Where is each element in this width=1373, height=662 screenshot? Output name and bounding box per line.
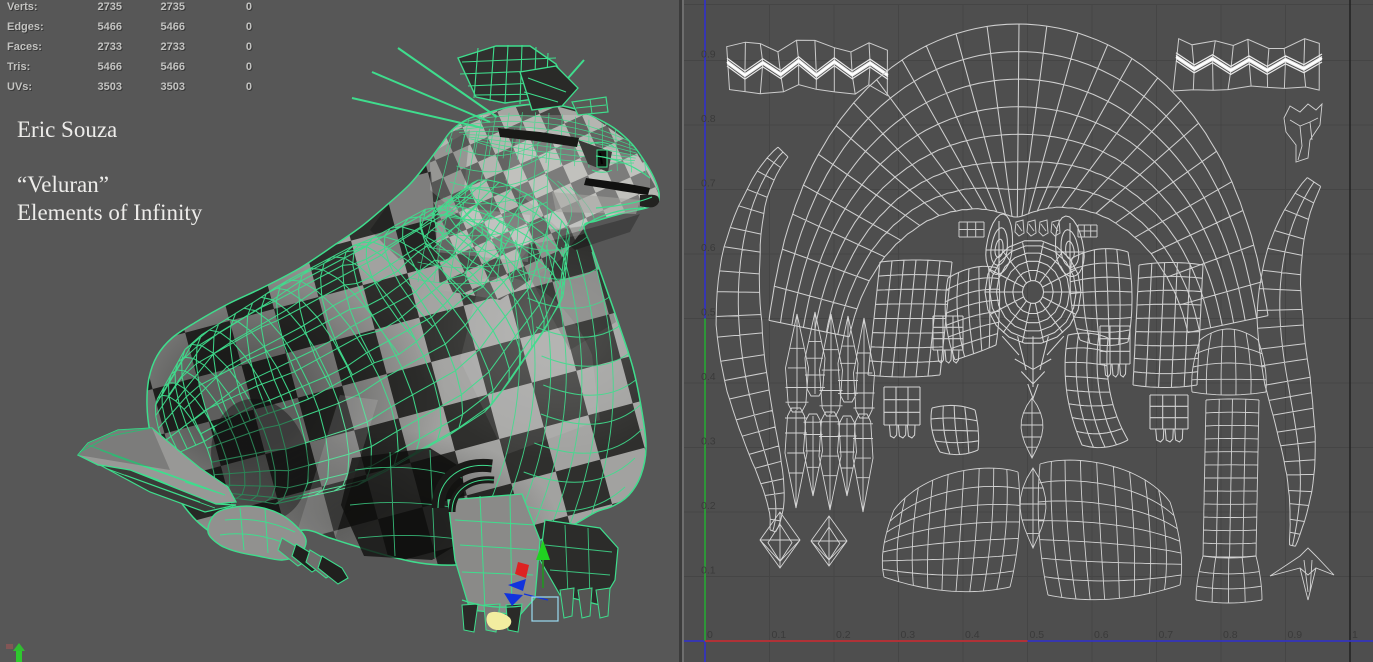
svg-text:0.1: 0.1	[772, 629, 787, 641]
svg-text:0.5: 0.5	[1030, 629, 1045, 641]
svg-text:1: 1	[1352, 629, 1358, 641]
svg-text:0.2: 0.2	[836, 629, 851, 641]
svg-text:0.5: 0.5	[701, 307, 716, 319]
svg-text:0.3: 0.3	[901, 629, 916, 641]
svg-text:0.2: 0.2	[701, 500, 716, 512]
svg-text:0.9: 0.9	[1288, 629, 1303, 641]
svg-text:0.7: 0.7	[1159, 629, 1174, 641]
svg-text:0.4: 0.4	[965, 629, 980, 641]
svg-text:0.7: 0.7	[701, 178, 716, 190]
svg-text:0.3: 0.3	[701, 436, 716, 448]
svg-text:0.6: 0.6	[701, 242, 716, 254]
svg-text:0.9: 0.9	[701, 49, 716, 61]
svg-text:0.8: 0.8	[701, 113, 716, 125]
svg-text:0.8: 0.8	[1223, 629, 1238, 641]
svg-text:0.6: 0.6	[1094, 629, 1109, 641]
svg-text:0.4: 0.4	[701, 371, 716, 383]
svg-text:0: 0	[707, 629, 713, 641]
svg-text:0.1: 0.1	[701, 565, 716, 577]
